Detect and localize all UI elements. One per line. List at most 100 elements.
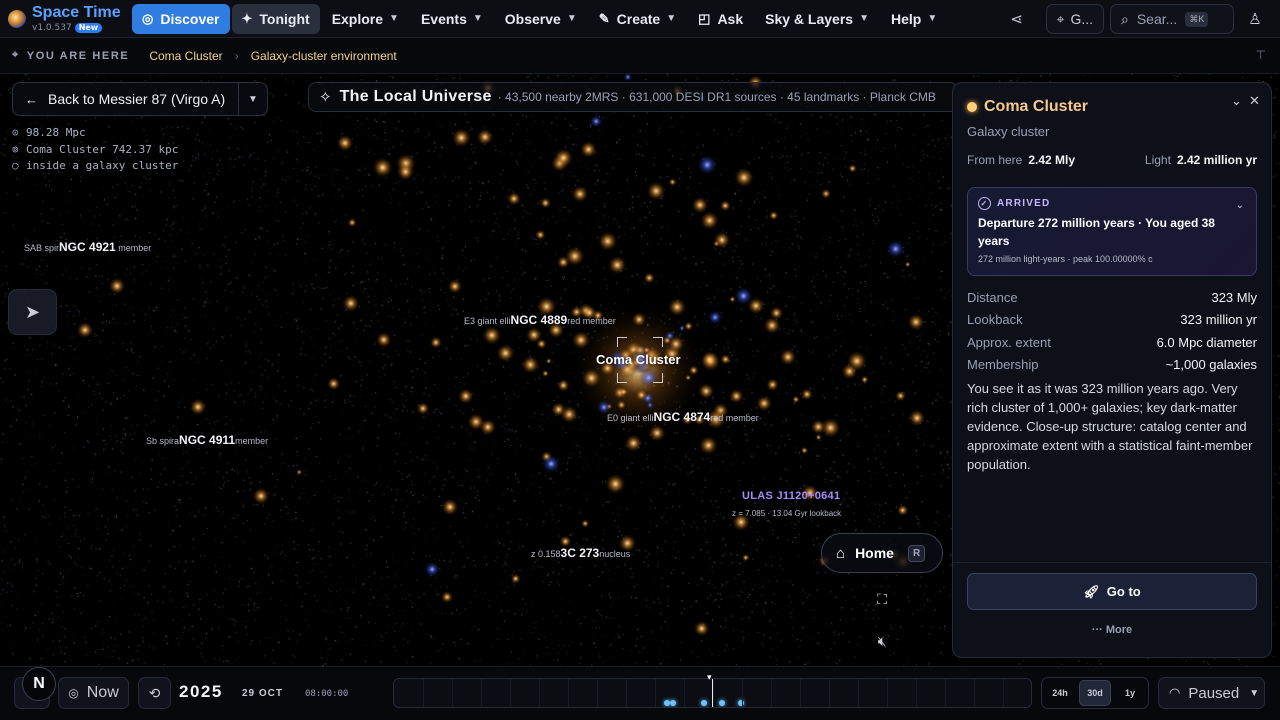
chevron-right-icon: › [234, 48, 239, 63]
timeline-tick [858, 679, 859, 707]
event-marker[interactable] [719, 700, 725, 706]
divider [953, 562, 1271, 563]
timeline-tick [742, 679, 743, 707]
app-root: Space Time v1.0.537 New ◎ Discover ✦ Tonigh… [0, 0, 1280, 720]
back-button[interactable]: ← Back to Messier 87 (Virgo A) [13, 83, 239, 115]
timeline-tick [655, 679, 656, 707]
sky-layers-menu[interactable]: Sky & Layers ▼ [755, 4, 879, 34]
scene-subtitle: · 43,500 nearby 2MRS · 631,000 DESI DR1 … [497, 90, 936, 104]
galaxy-label-ngc4874[interactable]: E0 giant elliNGC 4874red member [607, 410, 759, 424]
check-circle-icon: ✓ [978, 197, 991, 210]
events-menu[interactable]: Events ▼ [411, 4, 493, 34]
event-marker[interactable] [701, 700, 707, 706]
rocket-icon: 🚀︎ [1083, 583, 1100, 599]
home-shortcut: R [907, 544, 926, 562]
scene-title: The Local Universe [339, 88, 492, 105]
timeline-tick [713, 679, 714, 707]
now-button[interactable]: ◎ Now [58, 677, 129, 709]
search-input[interactable]: ⌕ Sear... ⌘K [1110, 4, 1234, 34]
logo-icon [8, 9, 26, 28]
object-type-dot [967, 102, 977, 112]
pin-toggle-icon[interactable]: ⊤ [1256, 48, 1266, 62]
selection-bracket [653, 337, 663, 347]
timeline-tick [974, 679, 975, 707]
date-display[interactable]: 29 OCT [242, 688, 283, 699]
search-icon: ⌕ [1121, 10, 1129, 27]
share-icon[interactable]: ⋖ [1002, 4, 1032, 34]
tonight-button[interactable]: ✦ Tonight [231, 3, 320, 34]
stat-row: Approx. extent 6.0 Mpc diameter [967, 334, 1257, 350]
search-shortcut: ⌘K [1185, 11, 1209, 27]
event-marker[interactable] [738, 700, 744, 706]
wand-icon: ✎ [598, 10, 610, 26]
time-display[interactable]: 08:00:00 [305, 689, 348, 699]
breadcrumb-item[interactable]: Galaxy-cluster environment [251, 49, 397, 63]
compass-north-button[interactable]: N [22, 667, 56, 701]
panel-title: Coma Cluster [984, 98, 1089, 115]
object-type: Galaxy cluster [967, 124, 1050, 139]
breadcrumb: ⌖ YOU ARE HERE Coma Cluster › Galaxy-clus… [0, 38, 1280, 74]
pointer-tool-button[interactable]: ➤ [8, 289, 57, 335]
timeline-tick [916, 679, 917, 707]
circle-icon: ○ [12, 159, 19, 172]
fullscreen-icon[interactable]: ⛶ [870, 587, 894, 611]
goto-button[interactable]: 🚀︎ Go to [967, 573, 1257, 610]
ask-button[interactable]: ◰ Ask [688, 4, 753, 34]
selection-bracket [653, 373, 663, 383]
arrow-left-icon: ← [25, 91, 38, 107]
timeline-tick [1003, 679, 1004, 707]
target-icon: ⊙ [12, 126, 19, 139]
range-30d-button[interactable]: 30d [1079, 680, 1111, 706]
goto-location-button[interactable]: ⌖ G... [1045, 4, 1104, 34]
chevron-down-icon: ▼ [666, 13, 677, 24]
new-badge: New [74, 22, 103, 33]
history-icon[interactable]: ⟲ [138, 677, 171, 709]
breadcrumb-item[interactable]: Coma Cluster [149, 49, 222, 63]
stat-row: Membership ~1,000 galaxies [967, 357, 1257, 373]
scene-title-strip: ✧ The Local Universe · 43,500 nearby 2MR… [308, 82, 958, 112]
quasar-label-3c273[interactable]: z 0.1583C 273nucleus [531, 546, 630, 560]
timeline-tick [452, 679, 453, 707]
position-readout: ⊙ 98.28 Mpc ⊚ Coma Cluster 742.37 kpc ○ ins… [12, 125, 178, 175]
object-info-panel: Coma Cluster ⌄ ✕ Galaxy cluster From her… [952, 82, 1272, 658]
timeline-tick [423, 679, 424, 707]
observe-menu[interactable]: Observe ▼ [495, 4, 587, 34]
home-button[interactable]: ⌂ Home R [821, 533, 943, 573]
timeline-tick [539, 679, 540, 707]
location-pin-icon: ⌖ [12, 49, 20, 61]
cluster-label-coma[interactable]: Coma Cluster [596, 352, 681, 367]
pause-icon: ◠ [1169, 685, 1181, 700]
chevron-down-icon: ▼ [859, 13, 869, 24]
timeline-tick [510, 679, 511, 707]
robot-icon: ◰ [698, 10, 711, 26]
user-icon[interactable]: ♙ [1240, 4, 1270, 34]
playback-toggle[interactable]: ◠ Paused ▼ [1158, 677, 1265, 709]
range-1y-button[interactable]: 1y [1114, 680, 1146, 706]
brand[interactable]: Space Time v1.0.537 New [0, 4, 132, 33]
top-navbar: Space Time v1.0.537 New ◎ Discover ✦ Tonigh… [0, 0, 1280, 38]
explore-menu[interactable]: Explore ▼ [322, 4, 409, 34]
arrival-summary: Departure 272 million years · You aged 3… [978, 216, 1215, 248]
more-button[interactable]: ··· More [953, 624, 1271, 636]
help-menu[interactable]: Help ▼ [881, 4, 947, 34]
range-24h-button[interactable]: 24h [1044, 680, 1076, 706]
selection-bracket [617, 337, 627, 347]
cursor-icon: ➤ [24, 301, 41, 322]
galaxy-label-ngc4911[interactable]: Sb spiraNGC 4911member [146, 433, 268, 447]
arrival-detail: 272 million light-years · peak 100.00000… [978, 254, 1153, 264]
arrival-card[interactable]: ✓ ARRIVED Departure 272 million years · Y… [967, 187, 1257, 276]
home-icon: ⌂ [836, 544, 846, 562]
chevron-down-icon[interactable]: ⌄ [1236, 200, 1244, 211]
galaxy-label-ngc4889[interactable]: E3 giant elliNGC 4889red member [464, 313, 616, 327]
back-history-dropdown[interactable]: ▼ [239, 94, 267, 105]
galaxy-label-ngc4921[interactable]: SAB spirNGC 4921 member [24, 240, 151, 254]
collapse-chevron-icon[interactable]: ⌄ [1231, 93, 1242, 109]
event-marker[interactable] [670, 700, 676, 706]
discover-button[interactable]: ◎ Discover [132, 3, 230, 34]
quasar-label[interactable]: ULAS J1120+0641 [742, 490, 840, 502]
timeline-scrubber[interactable] [393, 678, 1032, 708]
year-display[interactable]: 2025 [179, 682, 223, 702]
close-icon[interactable]: ✕ [1249, 93, 1260, 109]
mute-icon[interactable]: 🔇︎ [870, 629, 894, 653]
create-menu[interactable]: ✎ Create ▼ [589, 4, 686, 34]
